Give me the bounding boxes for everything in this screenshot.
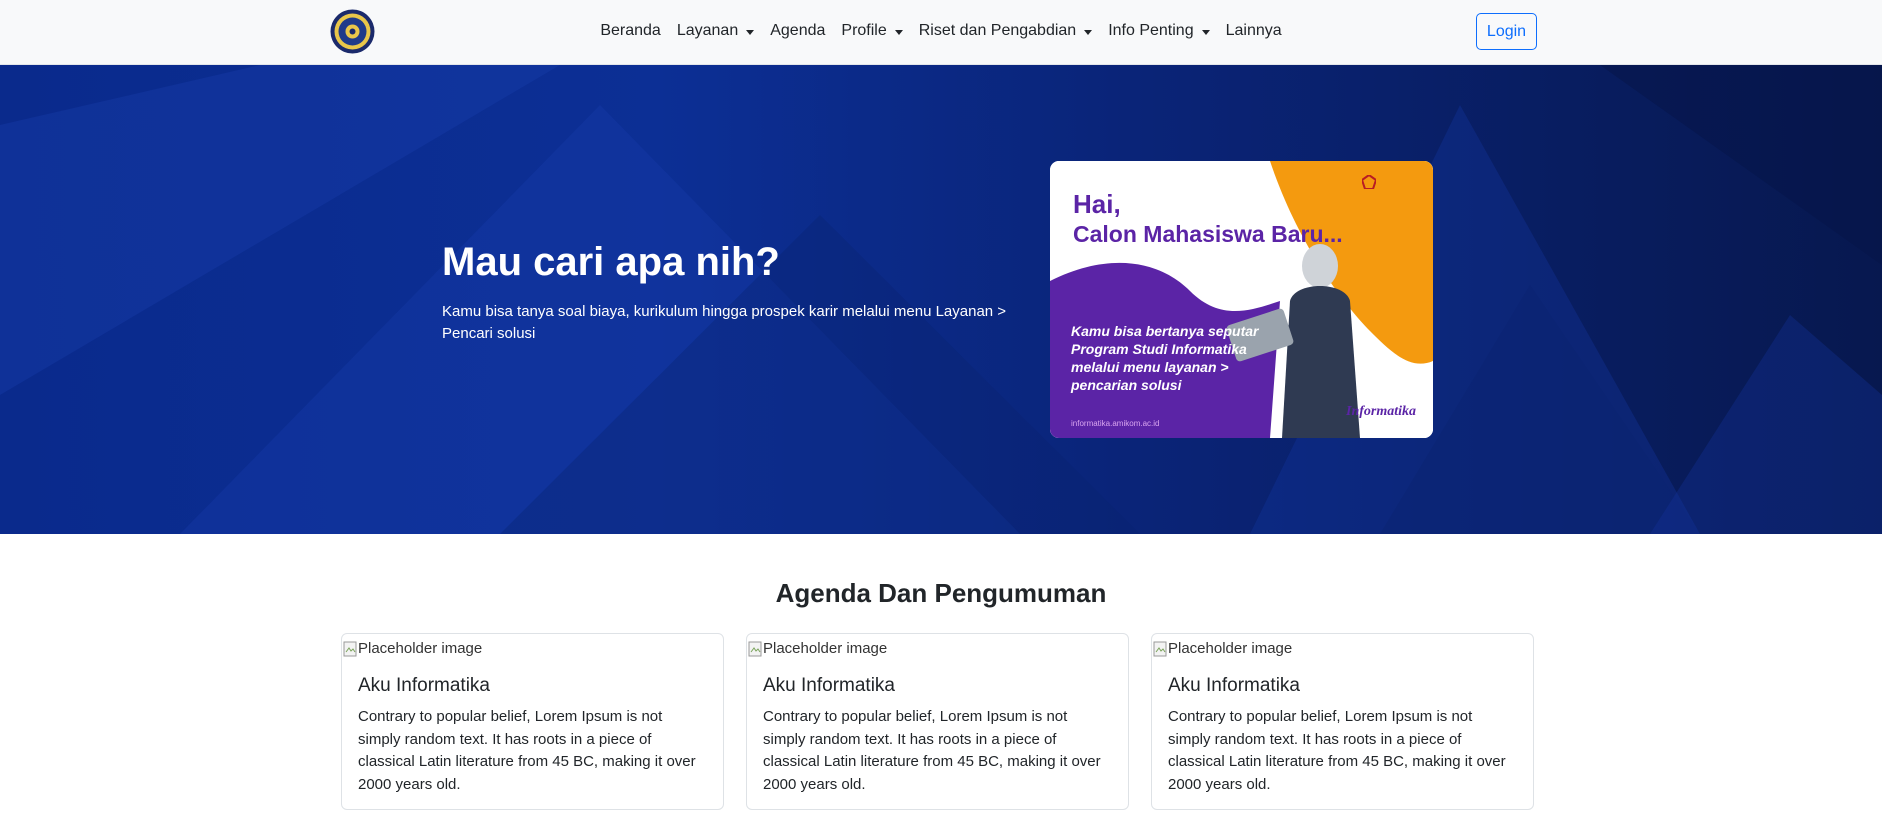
nav-item-beranda[interactable]: Beranda xyxy=(592,22,669,40)
nav-item-agenda[interactable]: Agenda xyxy=(762,22,833,40)
broken-image-icon xyxy=(748,641,762,656)
card-image-placeholder: Placeholder image xyxy=(1153,640,1292,657)
nav-label: Agenda xyxy=(770,22,826,39)
nav-label: Riset dan Pengabdian xyxy=(918,22,1077,39)
hero-subtitle: Kamu bisa tanya soal biaya, kurikulum hi… xyxy=(442,303,1007,342)
nav-item-info-penting[interactable]: Info Penting xyxy=(1100,22,1217,40)
caret-down-icon xyxy=(894,29,903,35)
card-text: Contrary to popular belief, Lorem Ipsum … xyxy=(763,708,1101,793)
card-title: Aku Informatika xyxy=(763,675,895,696)
login-button[interactable]: Login xyxy=(1476,13,1537,50)
nav-item-riset-dan-pengabdian[interactable]: Riset dan Pengabdian xyxy=(911,22,1100,40)
caret-down-icon xyxy=(746,29,755,35)
nav-label: Beranda xyxy=(600,22,661,39)
card-image-placeholder: Placeholder image xyxy=(748,640,887,657)
card-image-placeholder: Placeholder image xyxy=(343,640,482,657)
banner-url: informatika.amikom.ac.id xyxy=(1071,419,1160,428)
banner-greeting: Hai, xyxy=(1073,189,1121,219)
hero-section: Mau cari apa nih? Kamu bisa tanya soal b… xyxy=(0,65,1882,534)
agenda-card[interactable]: Placeholder image Aku Informatika Contra… xyxy=(1151,633,1534,810)
nav-label: Info Penting xyxy=(1108,22,1194,39)
banner-body: Kamu bisa bertanya seputar Program Studi… xyxy=(1071,323,1259,393)
nav-label: Profile xyxy=(841,22,887,39)
caret-down-icon xyxy=(1084,29,1093,35)
hero-background-shapes xyxy=(0,65,1882,534)
nav-label: Lainnya xyxy=(1225,22,1282,39)
card-text: Contrary to popular belief, Lorem Ipsum … xyxy=(1168,708,1506,793)
caret-down-icon xyxy=(1201,29,1210,35)
card-image-alt: Placeholder image xyxy=(358,640,483,657)
banner-headline: Calon Mahasiswa Baru... xyxy=(1073,221,1343,247)
nav-item-layanan[interactable]: Layanan xyxy=(669,22,762,40)
nav-label: Layanan xyxy=(676,22,739,39)
banner-prodi: Informatika xyxy=(1346,404,1417,419)
section-title: Agenda Dan Pengumuman xyxy=(775,578,1107,608)
card-title: Aku Informatika xyxy=(1168,675,1300,696)
broken-image-icon xyxy=(343,641,357,656)
broken-image-icon xyxy=(1153,641,1167,656)
card-text: Contrary to popular belief, Lorem Ipsum … xyxy=(358,708,696,793)
amikom-logo-icon xyxy=(1362,175,1376,189)
nav-item-lainnya[interactable]: Lainnya xyxy=(1218,22,1290,40)
agenda-card[interactable]: Placeholder image Aku Informatika Contra… xyxy=(341,633,724,810)
card-image-alt: Placeholder image xyxy=(1168,640,1293,657)
nav-item-profile[interactable]: Profile xyxy=(833,22,910,40)
navbar: Beranda Layanan Agenda Profile Riset dan… xyxy=(0,0,1882,65)
card-title: Aku Informatika xyxy=(358,675,490,696)
hero-title: Mau cari apa nih? xyxy=(442,240,780,284)
card-image-alt: Placeholder image xyxy=(763,640,888,657)
nav-menu: Beranda Layanan Agenda Profile Riset dan… xyxy=(0,0,1882,62)
hero-banner-image: Hai, Calon Mahasiswa Baru... Kamu bisa b… xyxy=(1050,161,1433,438)
agenda-card[interactable]: Placeholder image Aku Informatika Contra… xyxy=(746,633,1129,810)
